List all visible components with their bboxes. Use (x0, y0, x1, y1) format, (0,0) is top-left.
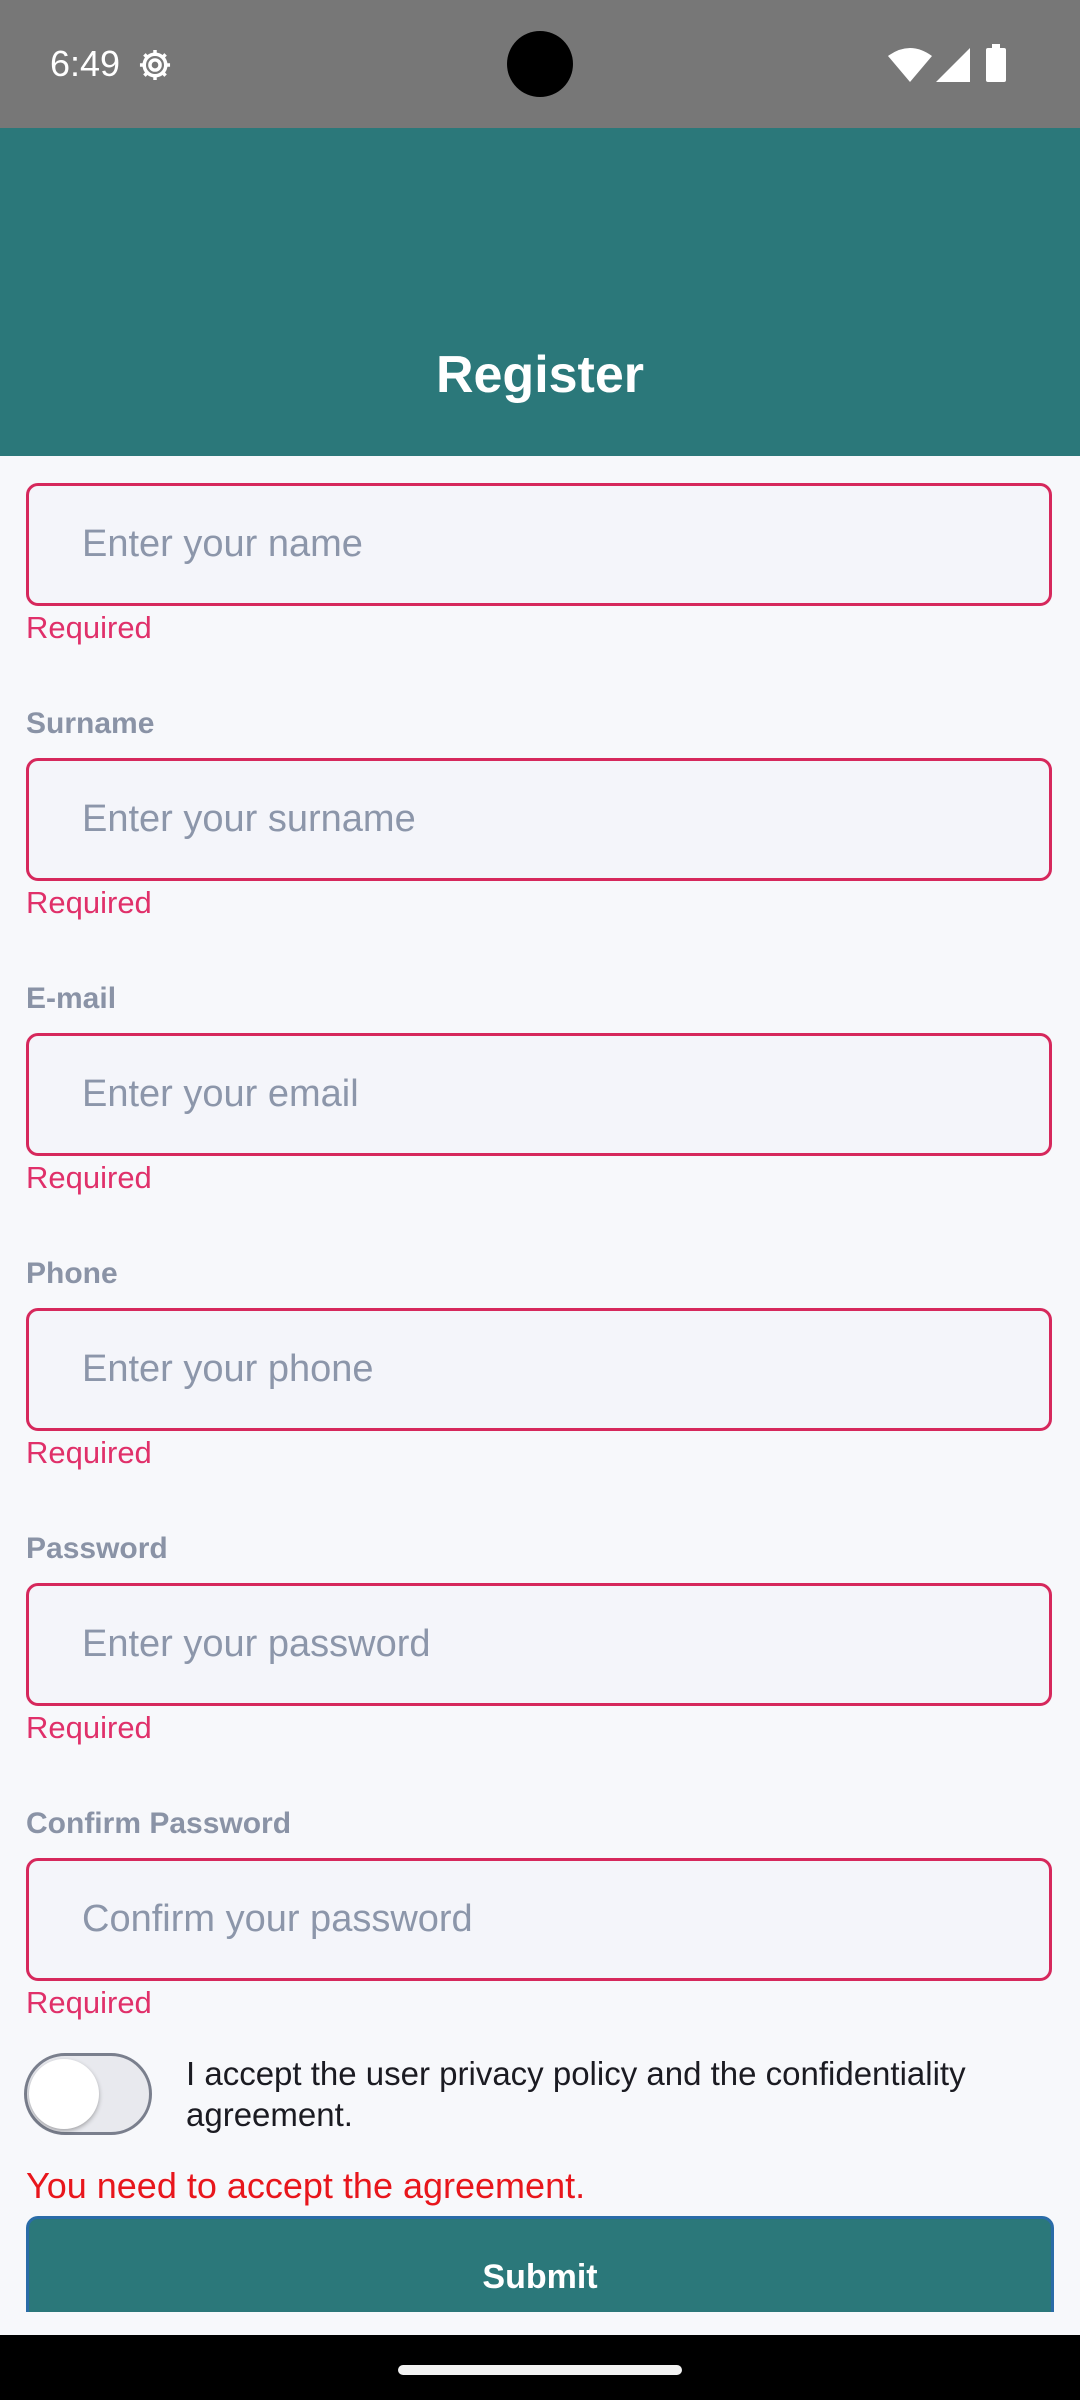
password-error: Required (26, 1710, 152, 1745)
agreement-error: You need to accept the agreement. (26, 2165, 586, 2206)
toggle-knob (29, 2059, 99, 2129)
email-label: E-mail (26, 982, 117, 1015)
submit-button[interactable]: Submit (26, 2216, 1054, 2312)
page-title: Register (435, 346, 645, 404)
navigation-bar (0, 2335, 1080, 2400)
email-field[interactable] (26, 1033, 1052, 1156)
phone-error: Required (26, 1435, 152, 1470)
bottom-strip (0, 2312, 1080, 2335)
confirm-password-field[interactable] (26, 1858, 1052, 1981)
password-field[interactable] (26, 1583, 1052, 1706)
home-indicator[interactable] (398, 2365, 682, 2375)
surname-error: Required (26, 885, 152, 920)
confirm-password-label: Confirm Password (26, 1807, 292, 1840)
wifi-icon (888, 48, 932, 82)
register-form: Required Surname Required E-mail Require… (0, 456, 1080, 2312)
phone-field[interactable] (26, 1308, 1052, 1431)
name-field[interactable] (26, 483, 1052, 606)
agreement-toggle[interactable] (24, 2053, 152, 2135)
submit-label: Submit (482, 2258, 598, 2296)
battery-icon (986, 44, 1006, 82)
status-bar: 6:49 (0, 0, 1080, 128)
name-error: Required (26, 610, 152, 645)
app-header: Register (0, 128, 1080, 456)
surname-label: Surname (26, 707, 155, 740)
password-label: Password (26, 1532, 168, 1565)
email-error: Required (26, 1160, 152, 1195)
agreement-label: I accept the user privacy policy and the… (186, 2055, 966, 2133)
signal-icon (936, 48, 970, 82)
phone-label: Phone (26, 1257, 118, 1290)
status-time: 6:49 (50, 43, 121, 84)
gear-icon (139, 49, 171, 81)
surname-field[interactable] (26, 758, 1052, 881)
confirm-password-error: Required (26, 1985, 152, 2020)
camera-cutout (507, 31, 573, 97)
